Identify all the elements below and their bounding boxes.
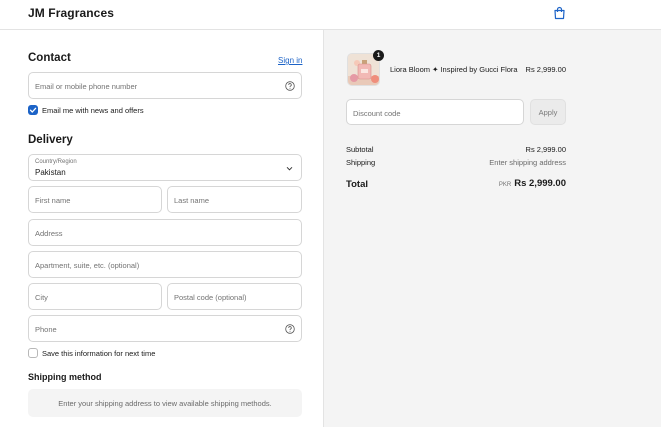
quantity-badge: 1	[373, 50, 384, 61]
order-summary	[323, 30, 661, 427]
city-field[interactable]: City	[28, 283, 162, 310]
help-icon[interactable]	[285, 81, 295, 91]
last-name-placeholder: Last name	[174, 196, 210, 205]
last-name-field[interactable]: Last name	[167, 186, 302, 213]
shipping-label: Shipping	[346, 158, 376, 167]
shipping-message: Enter your shipping address to view avai…	[58, 399, 272, 408]
postal-code-placeholder: Postal code (optional)	[174, 293, 247, 302]
shipping-method-heading: Shipping method	[28, 372, 102, 382]
delivery-heading: Delivery	[28, 134, 73, 146]
apply-button[interactable]: Apply	[530, 99, 566, 125]
city-placeholder: City	[35, 293, 48, 302]
subtotal-value: Rs 2,999.00	[525, 145, 566, 154]
currency-code: PKR	[498, 182, 512, 188]
apartment-field[interactable]: Apartment, suite, etc. (optional)	[28, 251, 302, 278]
country-value: Pakistan	[35, 168, 66, 177]
product-price: Rs 2,999.00	[525, 65, 566, 74]
country-select[interactable]: Country/Region Pakistan	[28, 154, 302, 181]
shipping-value: Enter shipping address	[489, 158, 566, 167]
first-name-field[interactable]: First name	[28, 186, 162, 213]
save-info-label: Save this information for next time	[42, 349, 156, 358]
country-label: Country/Region	[35, 159, 77, 165]
shopping-bag-icon[interactable]	[553, 6, 566, 20]
sign-in-link[interactable]: Sign in	[278, 56, 302, 65]
newsletter-label: Email me with news and offers	[42, 106, 144, 115]
phone-placeholder: Phone	[35, 325, 57, 334]
chevron-down-icon	[286, 166, 293, 171]
store-logo[interactable]: JM Fragrances	[28, 6, 114, 20]
shipping-methods-placeholder: Enter your shipping address to view avai…	[28, 389, 302, 417]
total-value: Rs 2,999.00	[514, 178, 566, 189]
phone-field[interactable]: Phone	[28, 315, 302, 342]
apartment-placeholder: Apartment, suite, etc. (optional)	[35, 261, 140, 270]
contact-heading: Contact	[28, 52, 71, 64]
email-field[interactable]: Email or mobile phone number	[28, 72, 302, 99]
discount-code-field[interactable]: Discount code	[346, 99, 524, 125]
email-placeholder: Email or mobile phone number	[35, 82, 138, 91]
subtotal-label: Subtotal	[346, 145, 374, 154]
help-icon[interactable]	[285, 324, 295, 334]
total-label: Total	[346, 179, 368, 190]
save-info-checkbox[interactable]	[28, 348, 38, 358]
checkmark-icon	[29, 107, 37, 113]
discount-placeholder: Discount code	[353, 109, 401, 118]
address-placeholder: Address	[35, 229, 63, 238]
address-field[interactable]: Address	[28, 219, 302, 246]
header: JM Fragrances	[0, 0, 661, 30]
newsletter-checkbox[interactable]	[28, 105, 38, 115]
total-amount: PKR Rs 2,999.00	[440, 178, 566, 189]
postal-code-field[interactable]: Postal code (optional)	[167, 283, 302, 310]
first-name-placeholder: First name	[35, 196, 71, 205]
